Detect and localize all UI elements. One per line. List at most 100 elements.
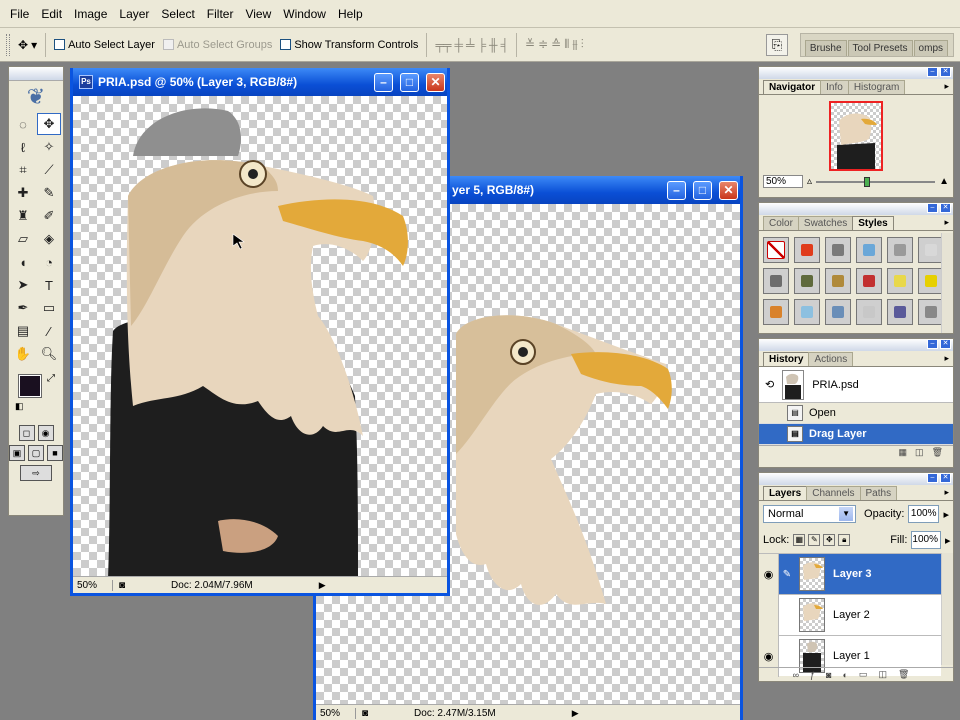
checkbox-box[interactable] bbox=[280, 39, 292, 50]
panel-minimize-button[interactable]: – bbox=[927, 473, 938, 483]
jump-to-imageready-icon[interactable]: ⇨ bbox=[20, 465, 52, 481]
type-tool-icon[interactable]: T bbox=[37, 274, 61, 296]
tab-swatches[interactable]: Swatches bbox=[797, 216, 854, 230]
tool-preset-picker[interactable]: ✥ ▾ bbox=[18, 38, 37, 52]
tab-navigator[interactable]: Navigator bbox=[763, 80, 822, 94]
style-swatch[interactable] bbox=[763, 237, 789, 263]
psd-file-icon[interactable]: Ps bbox=[79, 75, 93, 89]
style-swatch[interactable] bbox=[794, 268, 820, 294]
style-swatch[interactable] bbox=[887, 299, 913, 325]
path-selection-tool-icon[interactable]: ➤ bbox=[11, 274, 35, 296]
distribute-top-icon[interactable]: ≚ bbox=[525, 37, 535, 52]
visibility-eye-icon[interactable]: ◉ bbox=[759, 553, 779, 595]
notes-tool-icon[interactable]: ▤ bbox=[11, 320, 35, 342]
menu-view[interactable]: View bbox=[239, 0, 277, 28]
lock-position-icon[interactable]: ✥ bbox=[823, 534, 836, 546]
panel-titlebar[interactable]: – ✕ bbox=[759, 67, 953, 79]
align-right-icon[interactable]: ╡ bbox=[501, 38, 509, 52]
history-snapshot[interactable]: ⟲ PRIA.psd bbox=[759, 367, 953, 403]
checkbox-box[interactable] bbox=[54, 39, 66, 50]
navigator-thumbnail[interactable] bbox=[829, 101, 883, 171]
navigator-zoom-input[interactable]: 50% bbox=[763, 175, 803, 188]
menu-window[interactable]: Window bbox=[277, 0, 332, 28]
style-swatch[interactable] bbox=[825, 299, 851, 325]
menu-select[interactable]: Select bbox=[155, 0, 200, 28]
zoom-slider-knob[interactable] bbox=[863, 176, 870, 187]
full-screen-menu-icon[interactable]: ▢ bbox=[28, 445, 44, 461]
panel-menu-icon[interactable]: ▸ bbox=[944, 217, 949, 228]
full-screen-icon[interactable]: ■ bbox=[47, 445, 63, 461]
distribute-right-icon[interactable]: ⫶ bbox=[581, 37, 584, 52]
style-swatch[interactable] bbox=[856, 268, 882, 294]
menu-file[interactable]: File bbox=[4, 0, 35, 28]
close-button[interactable]: ✕ bbox=[719, 180, 738, 200]
panel-titlebar[interactable]: – ✕ bbox=[759, 339, 953, 351]
panel-titlebar[interactable]: – ✕ bbox=[759, 203, 953, 215]
clone-stamp-tool-icon[interactable]: ♜ bbox=[11, 205, 35, 227]
style-swatch[interactable] bbox=[887, 237, 913, 263]
paint-bucket-tool-icon[interactable]: ◈ bbox=[37, 228, 61, 250]
layer-row[interactable]: Layer 2 bbox=[759, 594, 941, 636]
maximize-button[interactable]: □ bbox=[693, 180, 712, 200]
layer-row[interactable]: ◉ ✎ Layer 3 bbox=[759, 553, 941, 595]
new-layer-icon[interactable]: ◫ bbox=[878, 669, 887, 680]
file-browser-icon[interactable]: ⎘ bbox=[766, 34, 788, 56]
toolbox-titlebar[interactable] bbox=[9, 67, 63, 81]
well-tab-tool-presets[interactable]: Tool Presets bbox=[847, 40, 913, 56]
tab-channels[interactable]: Channels bbox=[806, 486, 861, 500]
panel-minimize-button[interactable]: – bbox=[927, 339, 938, 349]
link-layers-icon[interactable]: ∞ bbox=[793, 670, 799, 680]
style-swatch[interactable] bbox=[794, 299, 820, 325]
distribute-bottom-icon[interactable]: ≙ bbox=[551, 37, 561, 52]
panel-menu-icon[interactable]: ▸ bbox=[944, 353, 949, 364]
style-swatch[interactable] bbox=[825, 268, 851, 294]
layer-style-icon[interactable]: ƒ bbox=[810, 670, 815, 680]
document-canvas[interactable] bbox=[73, 96, 447, 576]
blend-mode-select[interactable]: Normal ▼ bbox=[763, 505, 857, 523]
lasso-tool-icon[interactable]: ℓ bbox=[11, 136, 35, 158]
close-button[interactable]: ✕ bbox=[426, 72, 445, 92]
eyedropper-tool-icon[interactable]: ⁄ bbox=[37, 320, 61, 342]
tab-history[interactable]: History bbox=[763, 352, 810, 366]
align-hcenter-icon[interactable]: ╫ bbox=[489, 38, 497, 52]
dodge-tool-icon[interactable]: ◔ bbox=[37, 251, 61, 273]
menu-layer[interactable]: Layer bbox=[113, 0, 155, 28]
lock-transparency-icon[interactable]: ▦ bbox=[793, 534, 806, 546]
distribute-vcenter-icon[interactable]: ≑ bbox=[538, 37, 548, 52]
well-tab-layer-comps[interactable]: omps bbox=[913, 40, 948, 56]
zoom-in-icon[interactable]: ▲ bbox=[939, 176, 949, 187]
history-item[interactable]: ▤ Drag Layer bbox=[759, 424, 953, 445]
tab-info[interactable]: Info bbox=[820, 80, 849, 94]
adobe-feather-icon[interactable]: ❦ bbox=[9, 81, 63, 113]
style-swatch[interactable] bbox=[887, 268, 913, 294]
magic-wand-tool-icon[interactable]: ✧ bbox=[37, 136, 61, 158]
align-top-icon[interactable]: ╤╤ bbox=[435, 38, 451, 52]
layers-scrollbar[interactable] bbox=[941, 553, 953, 665]
zoom-tool-icon[interactable]: 🔍︎ bbox=[37, 343, 61, 365]
panel-menu-icon[interactable]: ▸ bbox=[944, 81, 949, 92]
styles-scrollbar[interactable] bbox=[941, 233, 953, 333]
fill-input[interactable]: 100% bbox=[911, 531, 941, 549]
foreground-color[interactable] bbox=[18, 374, 42, 398]
blur-tool-icon[interactable]: ◖ bbox=[11, 251, 35, 273]
active-layer-brush-icon[interactable]: ✎ bbox=[779, 569, 795, 580]
shape-tool-icon[interactable]: ▭ bbox=[37, 297, 61, 319]
panel-close-button[interactable]: ✕ bbox=[940, 203, 951, 213]
panel-close-button[interactable]: ✕ bbox=[940, 339, 951, 349]
panel-minimize-button[interactable]: – bbox=[927, 203, 938, 213]
adjustment-layer-icon[interactable]: ◐ bbox=[842, 670, 847, 680]
panel-titlebar[interactable]: – ✕ bbox=[759, 473, 953, 485]
panel-close-button[interactable]: ✕ bbox=[940, 473, 951, 483]
panel-minimize-button[interactable]: – bbox=[927, 67, 938, 77]
delete-layer-icon[interactable]: 🗑︎ bbox=[898, 669, 909, 680]
status-arrow-icon[interactable]: ▶ bbox=[572, 708, 579, 719]
marquee-tool-icon[interactable]: ◌ bbox=[11, 113, 35, 135]
style-swatch[interactable] bbox=[825, 237, 851, 263]
align-bottom-icon[interactable]: ╧ bbox=[466, 38, 474, 52]
visibility-eye-icon[interactable] bbox=[759, 594, 779, 636]
show-transform-controls-checkbox[interactable]: Show Transform Controls bbox=[280, 39, 418, 51]
status-arrow-icon[interactable]: ▶ bbox=[319, 580, 326, 591]
auto-select-layer-checkbox[interactable]: Auto Select Layer bbox=[54, 39, 155, 51]
minimize-button[interactable]: – bbox=[667, 180, 686, 200]
menu-edit[interactable]: Edit bbox=[35, 0, 68, 28]
